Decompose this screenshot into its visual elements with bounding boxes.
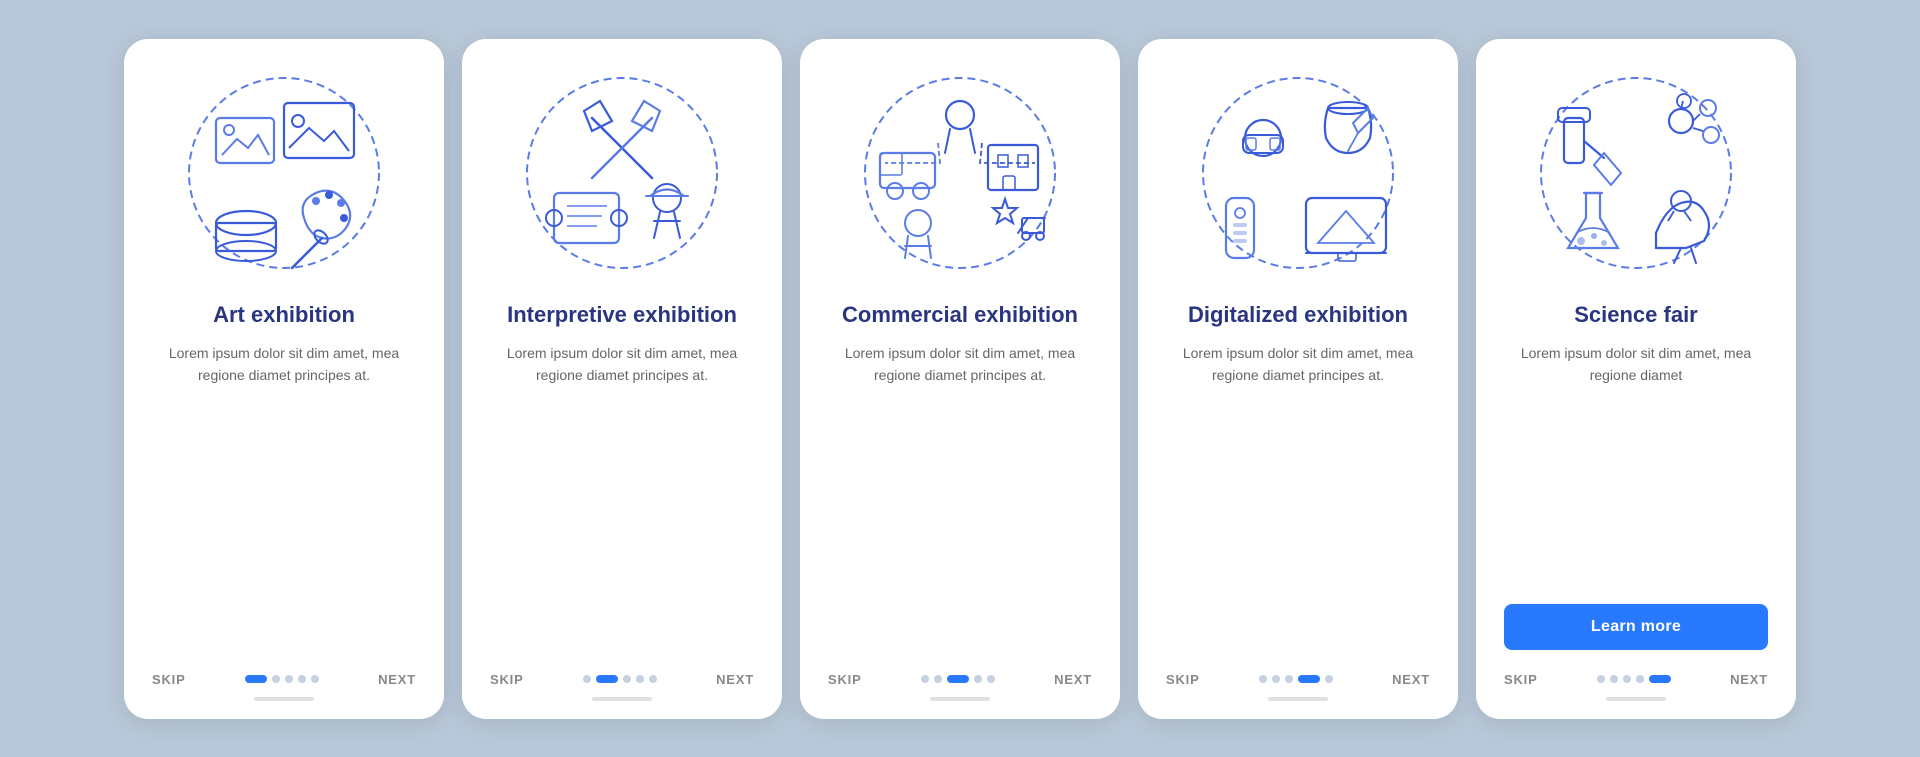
art-exhibition-illustration [174,63,394,283]
card-divider [1606,697,1666,701]
dot-0 [245,675,267,683]
card-divider [930,697,990,701]
card-body: Lorem ipsum dolor sit dim amet, mea regi… [1166,342,1430,650]
card-body: Lorem ipsum dolor sit dim amet, mea regi… [152,342,416,650]
next-button[interactable]: NEXT [1054,672,1092,687]
card-footer: SKIP NEXT [1166,664,1430,687]
dot-2 [1623,675,1631,683]
skip-button[interactable]: SKIP [490,672,524,687]
dot-1 [1272,675,1280,683]
card-body: Lorem ipsum dolor sit dim amet, mea regi… [1504,342,1768,594]
card-title: Interpretive exhibition [507,301,737,329]
card-footer: SKIP NEXT [152,664,416,687]
card-footer: SKIP NEXT [828,664,1092,687]
card-title: Art exhibition [213,301,355,329]
dot-3 [974,675,982,683]
dot-2 [623,675,631,683]
dot-1 [272,675,280,683]
dot-0 [921,675,929,683]
card-science-fair: Science fair Lorem ipsum dolor sit dim a… [1476,39,1796,719]
card-interpretive-exhibition: Interpretive exhibition Lorem ipsum dolo… [462,39,782,719]
science-fair-illustration [1526,63,1746,283]
dot-4 [649,675,657,683]
interpretive-exhibition-illustration [512,63,732,283]
dot-1 [1610,675,1618,683]
pagination-dots [1597,675,1671,683]
dot-3 [636,675,644,683]
pagination-dots [583,675,657,683]
dot-4 [987,675,995,683]
dot-3 [298,675,306,683]
card-commercial-exhibition: Commercial exhibition Lorem ipsum dolor … [800,39,1120,719]
skip-button[interactable]: SKIP [152,672,186,687]
pagination-dots [921,675,995,683]
dot-0 [583,675,591,683]
next-button[interactable]: NEXT [378,672,416,687]
card-body: Lorem ipsum dolor sit dim amet, mea regi… [490,342,754,650]
dot-2 [1285,675,1293,683]
dot-0 [1259,675,1267,683]
dot-2 [285,675,293,683]
next-button[interactable]: NEXT [1730,672,1768,687]
cards-container: Art exhibition Lorem ipsum dolor sit dim… [84,9,1836,749]
card-title: Digitalized exhibition [1188,301,1408,329]
dot-1 [596,675,618,683]
dot-0 [1597,675,1605,683]
digitalized-exhibition-illustration [1188,63,1408,283]
card-title: Commercial exhibition [842,301,1078,329]
learn-more-button[interactable]: Learn more [1504,604,1768,650]
dot-2 [947,675,969,683]
pagination-dots [1259,675,1333,683]
card-divider [592,697,652,701]
card-divider [254,697,314,701]
skip-button[interactable]: SKIP [1166,672,1200,687]
dot-1 [934,675,942,683]
card-art-exhibition: Art exhibition Lorem ipsum dolor sit dim… [124,39,444,719]
next-button[interactable]: NEXT [1392,672,1430,687]
pagination-dots [245,675,319,683]
skip-button[interactable]: SKIP [1504,672,1538,687]
dot-4 [1649,675,1671,683]
dot-4 [1325,675,1333,683]
dot-4 [311,675,319,683]
card-digitalized-exhibition: Digitalized exhibition Lorem ipsum dolor… [1138,39,1458,719]
card-divider [1268,697,1328,701]
skip-button[interactable]: SKIP [828,672,862,687]
card-title: Science fair [1574,301,1698,329]
dot-3 [1636,675,1644,683]
card-footer: SKIP NEXT [1504,664,1768,687]
card-footer: SKIP NEXT [490,664,754,687]
dot-3 [1298,675,1320,683]
next-button[interactable]: NEXT [716,672,754,687]
card-body: Lorem ipsum dolor sit dim amet, mea regi… [828,342,1092,650]
commercial-exhibition-illustration [850,63,1070,283]
